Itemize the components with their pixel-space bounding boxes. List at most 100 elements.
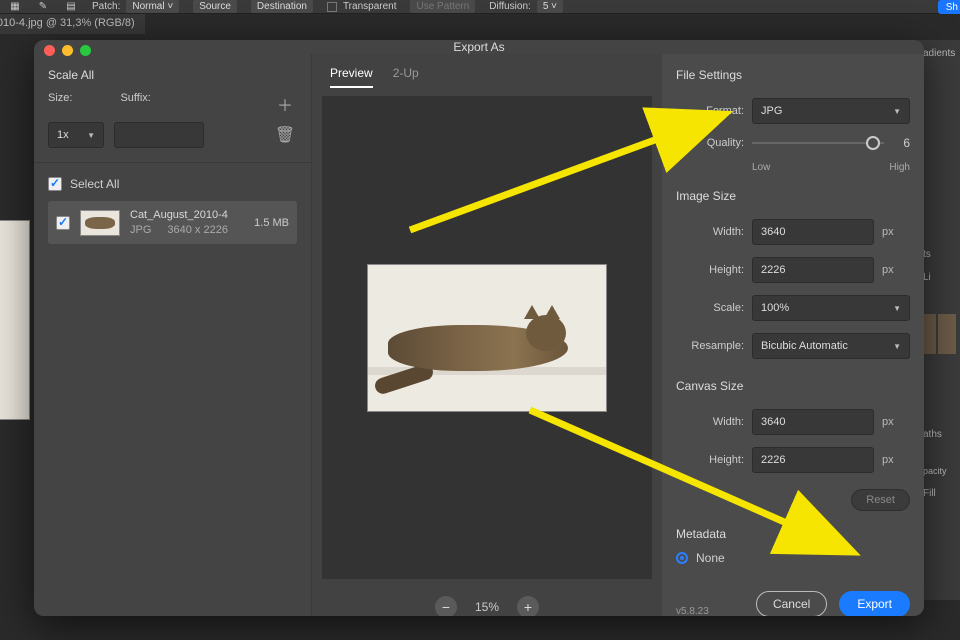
size-label: Size: <box>48 92 72 116</box>
zoom-out-button[interactable]: − <box>435 596 457 616</box>
unit-label: px <box>882 226 900 238</box>
chevron-down-icon: ▼ <box>893 342 901 351</box>
unit-label: px <box>882 454 900 466</box>
quality-label: Quality: <box>676 137 744 149</box>
quality-low-label: Low <box>752 162 770 173</box>
canvas-size-heading: Canvas Size <box>676 379 910 393</box>
image-height-input[interactable] <box>752 257 874 283</box>
export-as-dialog: Export As Scale All Size: Suffix: ＋ 1x ▼… <box>34 40 924 616</box>
transparent-checkbox-icon <box>327 2 337 12</box>
align-icon[interactable]: ▤ <box>64 0 78 14</box>
delete-size-button[interactable]: 🗑 <box>273 123 297 147</box>
panel-fill[interactable]: Fill <box>921 486 956 501</box>
share-button[interactable]: Sh <box>938 0 960 14</box>
asset-filesize: 1.5 MB <box>254 217 289 229</box>
scale-dropdown[interactable]: 100%▼ <box>752 295 910 321</box>
scale-label: Scale: <box>676 302 744 314</box>
resample-label: Resample: <box>676 340 744 352</box>
diffusion-value[interactable]: 5 ˅ <box>537 0 563 13</box>
chevron-down-icon: ▼ <box>893 304 901 313</box>
cancel-button[interactable]: Cancel <box>756 591 827 616</box>
tab-2up[interactable]: 2-Up <box>393 66 419 88</box>
patch-label: Patch: <box>92 1 120 12</box>
height-label: Height: <box>676 264 744 276</box>
document-canvas <box>0 220 30 420</box>
brush-icon[interactable]: ✎ <box>36 0 50 14</box>
image-size-heading: Image Size <box>676 189 910 203</box>
select-all-row[interactable]: Select All <box>48 177 297 191</box>
unit-label: px <box>882 416 900 428</box>
canvas-height-input[interactable] <box>752 447 874 473</box>
diffusion-label: Diffusion: <box>489 1 531 12</box>
window-controls <box>44 45 91 56</box>
metadata-heading: Metadata <box>676 527 910 541</box>
select-all-checkbox[interactable] <box>48 177 62 191</box>
file-settings-heading: File Settings <box>676 68 910 82</box>
zoom-controls: − 15% + <box>312 587 662 616</box>
source-button[interactable]: Source <box>193 0 237 13</box>
canvas-height-label: Height: <box>676 454 744 466</box>
preview-panel: Preview 2-Up − 15% + <box>312 54 662 616</box>
panel-opacity[interactable]: pacity <box>921 464 956 478</box>
diffusion-group: Diffusion: 5 ˅ <box>489 0 563 13</box>
reset-button[interactable]: Reset <box>851 489 910 511</box>
quality-high-label: High <box>889 162 910 173</box>
swatch-thumb[interactable] <box>938 314 956 354</box>
panel-paths[interactable]: aths <box>921 427 956 442</box>
asset-checkbox[interactable] <box>56 216 70 230</box>
suffix-input[interactable] <box>114 122 204 148</box>
scale-dropdown[interactable]: 1x ▼ <box>48 122 104 148</box>
assets-panel: Scale All Size: Suffix: ＋ 1x ▼ 🗑 <box>34 54 312 616</box>
use-pattern-button: Use Pattern <box>410 0 475 13</box>
minimize-icon[interactable] <box>62 45 73 56</box>
format-dropdown[interactable]: JPG ▼ <box>752 98 910 124</box>
chevron-down-icon: ▼ <box>893 107 901 116</box>
slider-thumb-icon[interactable] <box>866 136 880 150</box>
document-tab[interactable]: ust_2010-4.jpg @ 31,3% (RGB/8) <box>0 14 145 34</box>
tab-preview[interactable]: Preview <box>330 66 373 88</box>
preview-canvas[interactable] <box>322 96 652 579</box>
destination-button[interactable]: Destination <box>251 0 313 13</box>
close-icon[interactable] <box>44 45 55 56</box>
quality-value: 6 <box>892 136 910 150</box>
scale-value: 1x <box>57 129 69 141</box>
settings-panel: File Settings Format: JPG ▼ Quality: 6 <box>662 54 924 616</box>
preview-image <box>367 264 607 412</box>
metadata-none-label: None <box>696 551 725 565</box>
layers-icon[interactable]: ▦ <box>8 0 22 14</box>
chevron-down-icon: ▼ <box>87 131 95 140</box>
panel-gradients[interactable]: adients <box>921 46 956 61</box>
scale-all-heading: Scale All <box>48 68 297 82</box>
asset-row[interactable]: Cat_August_2010-4 JPG 3640 x 2226 1.5 MB <box>48 201 297 244</box>
zoom-level: 15% <box>475 600 499 614</box>
asset-format: JPG <box>130 224 151 236</box>
patch-dropdown[interactable]: Normal ˅ <box>126 0 179 13</box>
dialog-title: Export As <box>453 40 504 54</box>
canvas-width-input[interactable] <box>752 409 874 435</box>
metadata-none-radio[interactable] <box>676 552 688 564</box>
maximize-icon[interactable] <box>80 45 91 56</box>
version-label: v5.8.23 <box>676 606 709 616</box>
resample-dropdown[interactable]: Bicubic Automatic▼ <box>752 333 910 359</box>
format-label: Format: <box>676 105 744 117</box>
zoom-in-button[interactable]: + <box>517 596 539 616</box>
panel-adjustments[interactable]: ts <box>921 247 956 262</box>
export-button[interactable]: Export <box>839 591 910 616</box>
patch-group: Patch: Normal ˅ <box>92 0 179 13</box>
asset-dimensions: 3640 x 2226 <box>167 224 228 236</box>
app-background: ▦ ✎ ▤ Patch: Normal ˅ Source Destination… <box>0 0 960 640</box>
image-width-input[interactable] <box>752 219 874 245</box>
asset-filename: Cat_August_2010-4 <box>130 209 244 221</box>
transparent-toggle[interactable]: Transparent <box>327 1 397 12</box>
add-size-button[interactable]: ＋ <box>273 92 297 116</box>
main-toolbar: ▦ ✎ ▤ Patch: Normal ˅ Source Destination… <box>0 0 960 14</box>
dialog-titlebar: Export As <box>34 40 924 54</box>
select-all-label: Select All <box>70 177 119 191</box>
width-label: Width: <box>676 226 744 238</box>
panel-libraries[interactable]: Li <box>921 270 956 285</box>
canvas-width-label: Width: <box>676 416 744 428</box>
divider <box>34 162 311 163</box>
unit-label: px <box>882 264 900 276</box>
suffix-label: Suffix: <box>120 92 150 116</box>
quality-slider[interactable] <box>752 142 884 144</box>
